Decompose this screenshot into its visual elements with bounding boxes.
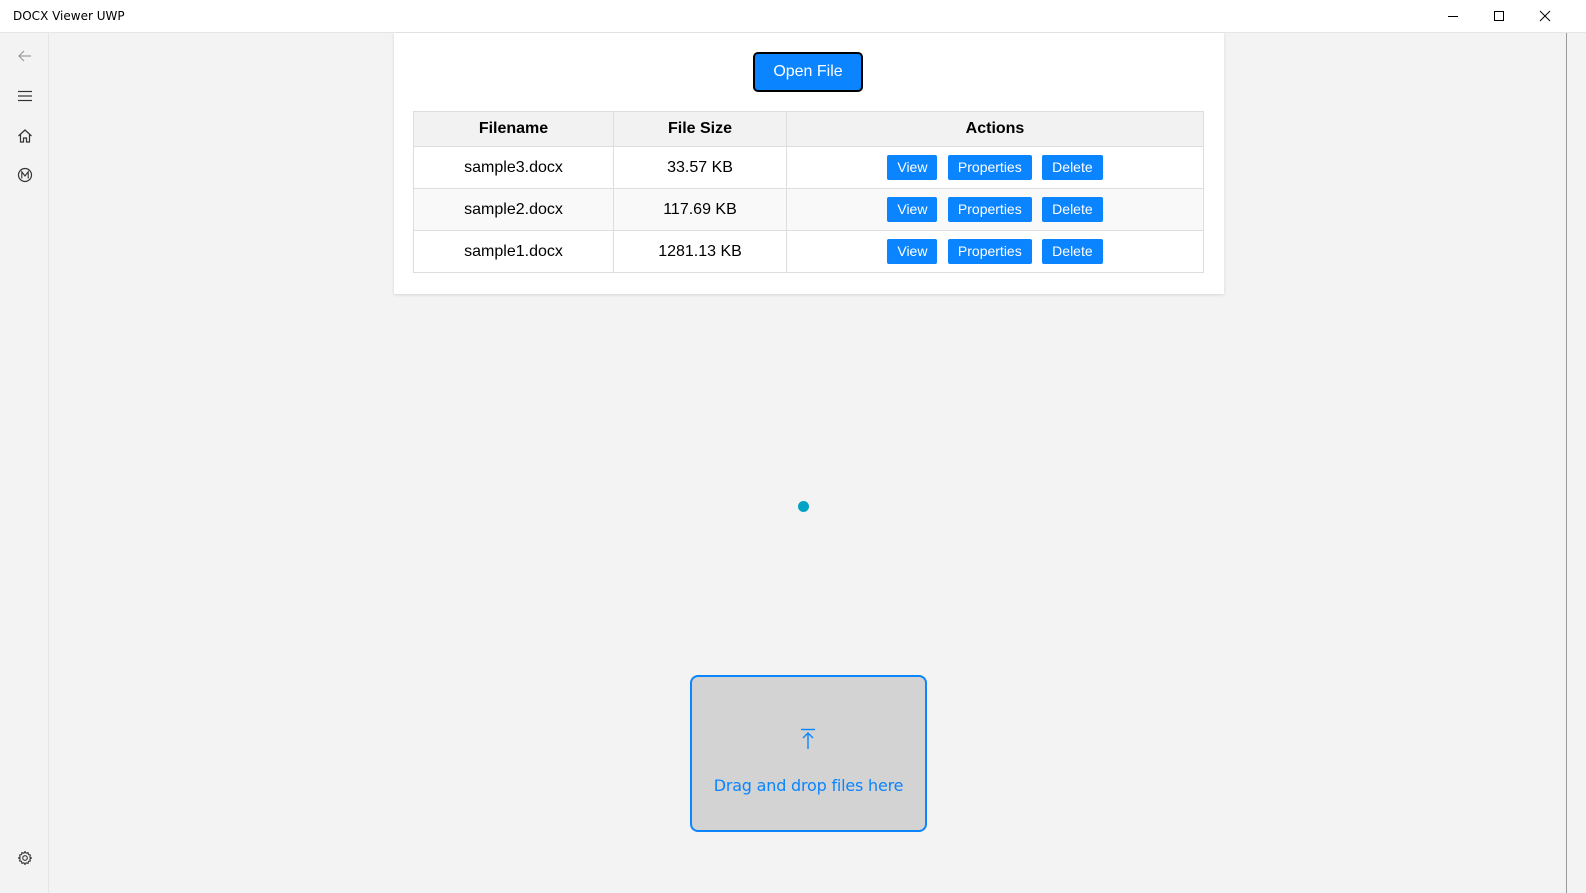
properties-button[interactable]: Properties [947, 155, 1032, 180]
view-button[interactable]: View [887, 197, 938, 222]
drop-zone[interactable]: Drag and drop files here [690, 675, 927, 832]
drop-zone-label: Drag and drop files here [713, 776, 904, 795]
menu-button[interactable] [5, 78, 45, 114]
minimize-icon [1448, 16, 1458, 17]
actions-cell: View Properties Delete [786, 188, 1204, 231]
maximize-icon [1494, 11, 1504, 21]
delete-button[interactable]: Delete [1042, 155, 1103, 180]
column-header-file-size: File Size [613, 111, 787, 147]
minimize-button[interactable] [1430, 0, 1476, 32]
settings-button[interactable] [5, 840, 45, 876]
back-arrow-icon [18, 50, 31, 62]
close-icon [1539, 10, 1551, 22]
view-button[interactable]: View [887, 239, 938, 264]
table-header-row: Filename File Size Actions [413, 111, 1204, 147]
navigation-rail [0, 33, 49, 893]
table-row: sample2.docx 117.69 KB View Properties D… [413, 188, 1204, 231]
properties-button[interactable]: Properties [947, 239, 1032, 264]
close-button[interactable] [1522, 0, 1568, 32]
actions-cell: View Properties Delete [786, 146, 1204, 189]
nav-item-m[interactable] [5, 157, 45, 193]
actions-cell: View Properties Delete [786, 230, 1204, 273]
hamburger-menu-icon [18, 90, 32, 102]
column-header-filename: Filename [413, 111, 614, 147]
window-edge [1566, 33, 1567, 893]
filename-cell: sample1.docx [413, 230, 614, 273]
m-circle-icon [17, 167, 33, 183]
open-file-button[interactable]: Open File [753, 52, 863, 92]
view-button[interactable]: View [887, 155, 938, 180]
delete-button[interactable]: Delete [1042, 239, 1103, 264]
nav-item-home[interactable] [5, 118, 45, 154]
column-header-actions: Actions [786, 111, 1204, 147]
filename-cell: sample2.docx [413, 188, 614, 231]
file-size-cell: 117.69 KB [613, 188, 787, 231]
window-title: DOCX Viewer UWP [13, 9, 125, 23]
file-size-cell: 33.57 KB [613, 146, 787, 189]
maximize-button[interactable] [1476, 0, 1522, 32]
title-bar: DOCX Viewer UWP [0, 0, 1586, 33]
home-icon [18, 129, 32, 143]
properties-button[interactable]: Properties [947, 197, 1032, 222]
table-row: sample1.docx 1281.13 KB View Properties … [413, 230, 1204, 273]
back-button[interactable] [5, 38, 45, 74]
gear-icon [17, 850, 33, 866]
file-list-card: Open File Filename File Size Actions sam… [394, 33, 1224, 294]
table-row: sample3.docx 33.57 KB View Properties De… [413, 146, 1204, 189]
delete-button[interactable]: Delete [1042, 197, 1103, 222]
filename-cell: sample3.docx [413, 146, 614, 189]
file-table: Filename File Size Actions sample3.docx … [413, 111, 1204, 273]
progress-indicator [798, 501, 809, 512]
upload-arrow-icon [801, 728, 815, 749]
file-size-cell: 1281.13 KB [613, 230, 787, 273]
